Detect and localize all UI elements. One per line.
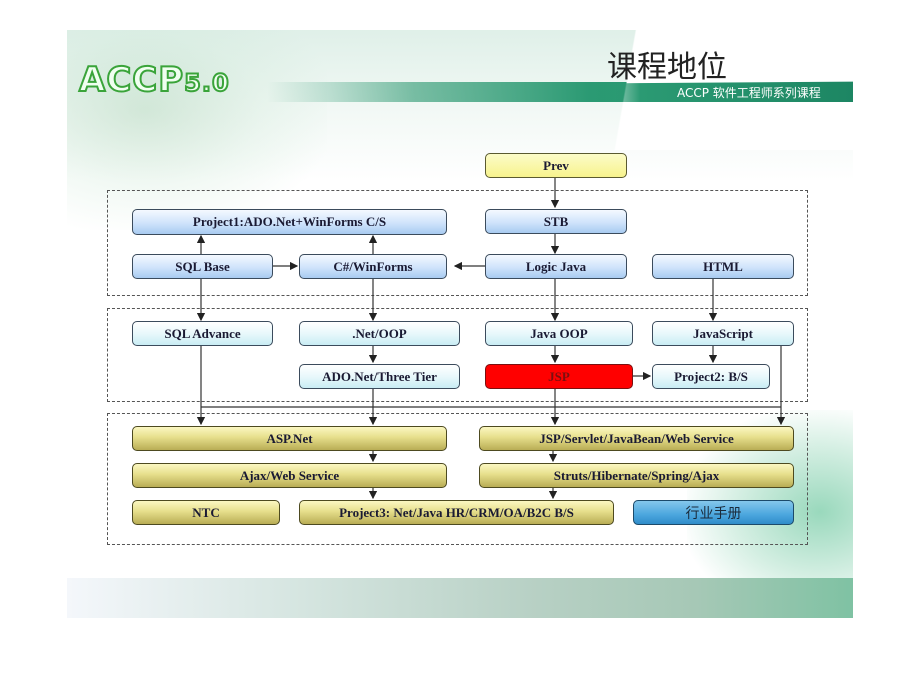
node-logic-java: Logic Java: [485, 254, 627, 279]
node-ntc: NTC: [132, 500, 280, 525]
node-csharp-winforms: C#/WinForms: [299, 254, 447, 279]
logo-text: ACCP: [78, 59, 185, 101]
node-java-oop: Java OOP: [485, 321, 633, 346]
node-net-oop: .Net/OOP: [299, 321, 460, 346]
page-subtitle: ACCP 软件工程师系列课程: [677, 86, 821, 100]
node-project3: Project3: Net/Java HR/CRM/OA/B2C B/S: [299, 500, 614, 525]
node-stb: STB: [485, 209, 627, 234]
node-sql-advance: SQL Advance: [132, 321, 273, 346]
node-prev: Prev: [485, 153, 627, 178]
logo-version: 5.0: [183, 68, 230, 98]
node-ado-three-tier: ADO.Net/Three Tier: [299, 364, 460, 389]
group-foundation: [107, 190, 808, 296]
node-project2: Project2: B/S: [652, 364, 770, 389]
node-asp-net: ASP.Net: [132, 426, 447, 451]
logo: ACCP5.0: [78, 59, 230, 101]
node-jsp-servlet: JSP/Servlet/JavaBean/Web Service: [479, 426, 794, 451]
node-project1: Project1:ADO.Net+WinForms C/S: [132, 209, 447, 235]
node-jsp: JSP: [485, 364, 633, 389]
node-html: HTML: [652, 254, 794, 279]
page-title: 课程地位: [607, 50, 727, 85]
node-sql-base: SQL Base: [132, 254, 273, 279]
node-javascript: JavaScript: [652, 321, 794, 346]
node-ajax-web-service: Ajax/Web Service: [132, 463, 447, 488]
node-industry-manual: 行业手册: [633, 500, 794, 525]
node-struts: Struts/Hibernate/Spring/Ajax: [479, 463, 794, 488]
footer-band: [67, 578, 853, 618]
